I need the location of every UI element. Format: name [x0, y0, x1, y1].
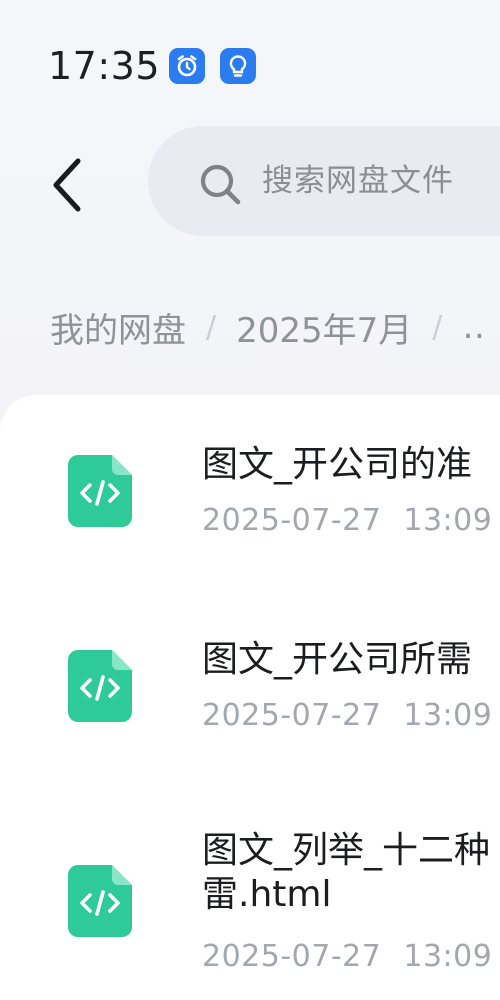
file-name: 图文_开公司的准: [202, 444, 473, 485]
breadcrumb-separator: /: [432, 309, 443, 345]
file-name: 图文_列举_十二种: [202, 830, 491, 871]
html-file-icon: [68, 865, 132, 937]
file-time: 13:09: [403, 503, 493, 538]
chevron-left-icon: [53, 158, 81, 212]
file-name: 图文_开公司所需: [202, 639, 473, 680]
breadcrumb-item-root[interactable]: 我的网盘: [50, 303, 186, 352]
file-name-line2: 雷.html: [202, 874, 332, 915]
status-bar: 17:35: [0, 0, 500, 110]
file-time: 13:09: [403, 698, 493, 733]
breadcrumb-separator: /: [206, 309, 217, 345]
file-date: 2025-07-27: [202, 698, 382, 733]
file-date: 2025-07-27: [202, 503, 382, 538]
file-meta: 2025-07-27 13:09: [202, 696, 492, 736]
breadcrumb: 我的网盘 / 2025年7月 / …: [50, 302, 482, 352]
search-placeholder: 搜索网盘文件: [262, 163, 454, 199]
breadcrumb-item-current[interactable]: …: [462, 307, 482, 347]
file-time: 13:09: [403, 939, 493, 974]
back-button[interactable]: [36, 150, 96, 220]
lightbulb-icon: [220, 48, 256, 84]
html-file-icon: [68, 650, 132, 722]
list-item[interactable]: 图文_开公司所需 2025-07-27 13:09: [0, 620, 500, 800]
file-meta: 2025-07-27 13:09: [202, 501, 492, 541]
file-meta: 2025-07-27 13:09: [202, 937, 492, 977]
file-date: 2025-07-27: [202, 939, 382, 974]
status-time: 17:35: [48, 44, 161, 88]
search-icon: [200, 164, 241, 205]
file-browser-screen: 17:35 搜索网盘文件 我的网盘 / 2025年7月 / 图文_开公司的准 2…: [0, 0, 500, 1000]
alarm-icon: [169, 48, 205, 84]
search-input[interactable]: 搜索网盘文件: [148, 126, 500, 236]
list-item[interactable]: 图文_列举_十二种 雷.html 2025-07-27 13:09: [0, 815, 500, 1000]
file-list: 图文_开公司的准 2025-07-27 13:09 图文_开公司所需 2025-0…: [0, 395, 500, 1000]
breadcrumb-item-month[interactable]: 2025年7月: [236, 303, 412, 352]
list-item[interactable]: 图文_开公司的准 2025-07-27 13:09: [0, 425, 500, 605]
html-file-icon: [68, 455, 132, 527]
